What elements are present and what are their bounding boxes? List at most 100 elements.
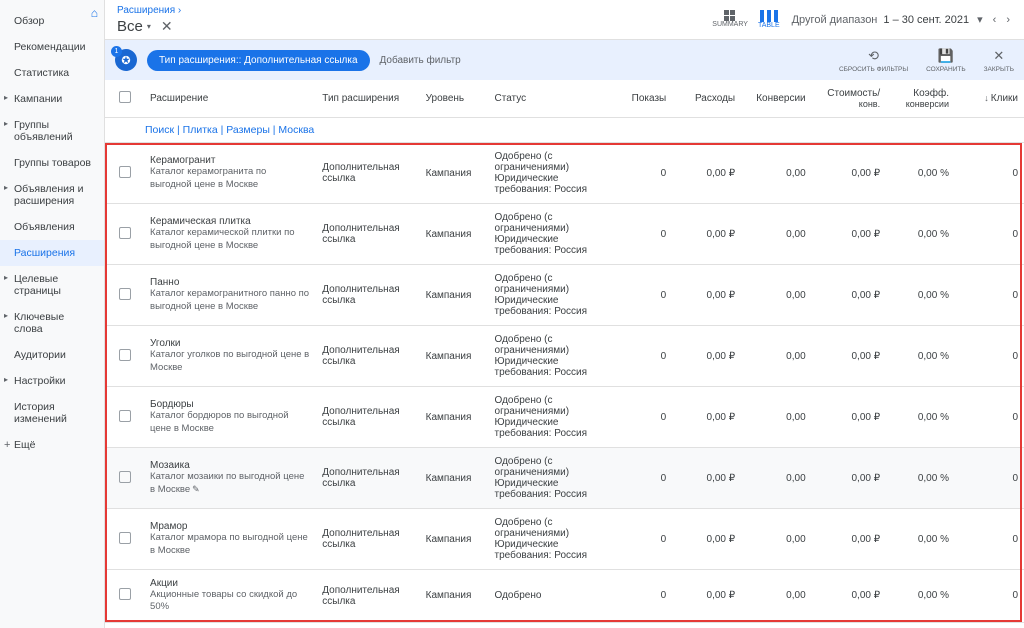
col-conv-rate[interactable]: Коэфф.конверсии [886, 80, 955, 118]
sidebar-item-рекомендации[interactable]: Рекомендации [0, 34, 104, 60]
cell-rate: 0,00 % [886, 570, 955, 623]
sidebar-item-ключевые-слова[interactable]: Ключевые слова [0, 304, 104, 342]
sidebar-item-обзор[interactable]: Обзор [0, 8, 104, 34]
tool-icon: ✕ [993, 48, 1004, 64]
extension-title[interactable]: Акции [150, 578, 310, 589]
row-checkbox[interactable] [119, 288, 131, 300]
row-checkbox[interactable] [119, 227, 131, 239]
cell-cost: 0,00 ₽ [672, 448, 741, 509]
sidebar-item-статистика[interactable]: Статистика [0, 60, 104, 86]
extension-title[interactable]: Керамогранит [150, 155, 310, 166]
cell-cpc: 0,00 ₽ [812, 387, 886, 448]
scope-dropdown[interactable]: Все ▾ ✕ [117, 18, 181, 35]
extension-title[interactable]: Керамическая плитка [150, 216, 310, 227]
cell-level: Кампания [420, 265, 489, 326]
extension-title[interactable]: Мрамор [150, 521, 310, 532]
cell-status: Одобрено (с ограничениями) Юридические т… [489, 204, 604, 265]
cell-impressions: 0 [603, 387, 672, 448]
select-all-checkbox[interactable] [119, 91, 131, 103]
cell-rate: 0,00 % [886, 326, 955, 387]
group-header[interactable]: Поиск | Плитка | Динамические | Москва [105, 622, 1024, 628]
cell-cost: 0,00 ₽ [672, 143, 741, 204]
extension-title[interactable]: Панно [150, 277, 310, 288]
sidebar-item-аудитории[interactable]: Аудитории [0, 342, 104, 368]
toolbar-закрыть[interactable]: ✕ЗАКРЫТЬ [984, 48, 1014, 73]
toolbar-сохранить[interactable]: 💾СОХРАНИТЬ [926, 48, 966, 73]
table-row: ПанноКаталог керамогранитного панно по в… [105, 265, 1024, 326]
row-checkbox[interactable] [119, 349, 131, 361]
view-summary-button[interactable]: SUMMARY [712, 10, 748, 29]
sidebar-item-группы-объявлений[interactable]: Группы объявлений [0, 112, 104, 150]
add-filter-button[interactable]: Добавить фильтр [380, 55, 461, 66]
cell-status: Одобрено (с ограничениями) Юридические т… [489, 387, 604, 448]
cell-level: Кампания [420, 509, 489, 570]
row-checkbox[interactable] [119, 532, 131, 544]
cell-rate: 0,00 % [886, 509, 955, 570]
group-header[interactable]: Поиск | Плитка | Размеры | Москва [105, 118, 1024, 143]
col-level[interactable]: Уровень [420, 80, 489, 118]
extension-title[interactable]: Бордюры [150, 399, 310, 410]
scope-label: Все [117, 18, 143, 35]
sidebar-item-история-изменений[interactable]: История изменений [0, 394, 104, 432]
row-checkbox[interactable] [119, 588, 131, 600]
cell-type: Дополнительная ссылка [316, 204, 419, 265]
cell-cpc: 0,00 ₽ [812, 326, 886, 387]
filter-chip[interactable]: Тип расширения:: Дополнительная ссылка [147, 50, 370, 71]
cell-cost: 0,00 ₽ [672, 509, 741, 570]
col-status[interactable]: Статус [489, 80, 604, 118]
sidebar-item-целевые-страницы[interactable]: Целевые страницы [0, 266, 104, 304]
sidebar-item-объявления-и-расширения[interactable]: Объявления и расширения [0, 176, 104, 214]
cell-status: Одобрено (с ограничениями) Юридические т… [489, 143, 604, 204]
cell-type: Дополнительная ссылка [316, 570, 419, 623]
sidebar: ⌂ ОбзорРекомендацииСтатистикаКампанииГру… [0, 0, 105, 628]
sidebar-item-объявления[interactable]: Объявления [0, 214, 104, 240]
cell-clicks: 0 [955, 326, 1024, 387]
cell-conversions: 0,00 [741, 448, 812, 509]
col-cost-per-conv[interactable]: Стоимость/конв. [812, 80, 886, 118]
cell-impressions: 0 [603, 326, 672, 387]
sidebar-item-кампании[interactable]: Кампании [0, 86, 104, 112]
toolbar-сбросить-фильтры[interactable]: ⟲СБРОСИТЬ ФИЛЬТРЫ [839, 48, 908, 73]
view-summary-label: SUMMARY [712, 21, 748, 28]
row-checkbox[interactable] [119, 471, 131, 483]
sidebar-item-расширения[interactable]: Расширения [0, 240, 104, 266]
extension-desc: Каталог керамогранита по выгодной цене в… [150, 166, 310, 191]
col-clicks[interactable]: ↓Клики [955, 80, 1024, 118]
table-row: МраморКаталог мрамора по выгодной цене в… [105, 509, 1024, 570]
sidebar-item-группы-товаров[interactable]: Группы товаров [0, 150, 104, 176]
cell-status: Одобрено (с ограничениями) Юридические т… [489, 448, 604, 509]
row-checkbox[interactable] [119, 166, 131, 178]
next-arrow-icon[interactable]: › [1004, 14, 1012, 26]
col-impressions[interactable]: Показы [603, 80, 672, 118]
prev-arrow-icon[interactable]: ‹ [991, 14, 999, 26]
table-row: КерамогранитКаталог керамогранита по выг… [105, 143, 1024, 204]
extensions-table: Расширение Тип расширения Уровень Статус… [105, 80, 1024, 628]
close-icon[interactable]: ✕ [161, 18, 173, 35]
cell-conversions: 0,00 [741, 265, 812, 326]
extension-title[interactable]: Уголки [150, 338, 310, 349]
cell-level: Кампания [420, 570, 489, 623]
breadcrumb[interactable]: Расширения › [117, 5, 181, 16]
view-table-button[interactable]: TABLE [758, 10, 780, 29]
col-cost[interactable]: Расходы [672, 80, 741, 118]
col-type[interactable]: Тип расширения [316, 80, 419, 118]
edit-icon[interactable]: ✎ [192, 484, 200, 494]
sidebar-item-настройки[interactable]: Настройки [0, 368, 104, 394]
view-table-label: TABLE [758, 22, 780, 29]
cell-impressions: 0 [603, 265, 672, 326]
extension-desc: Каталог уголков по выгодной цене в Москв… [150, 349, 310, 374]
date-range-picker[interactable]: Другой диапазон 1 – 30 сент. 2021 ▾ ‹ › [792, 13, 1012, 26]
cell-impressions: 0 [603, 509, 672, 570]
sidebar-item-ещё[interactable]: Ещё [0, 432, 104, 458]
cell-level: Кампания [420, 387, 489, 448]
filter-icon[interactable]: ✪ 1 [115, 49, 137, 71]
col-conversions[interactable]: Конверсии [741, 80, 812, 118]
col-extension[interactable]: Расширение [144, 80, 316, 118]
row-checkbox[interactable] [119, 410, 131, 422]
cell-cost: 0,00 ₽ [672, 265, 741, 326]
extension-title[interactable]: Мозаика [150, 460, 310, 471]
cell-clicks: 0 [955, 509, 1024, 570]
tool-icon: 💾 [938, 48, 954, 64]
cell-type: Дополнительная ссылка [316, 143, 419, 204]
cell-level: Кампания [420, 204, 489, 265]
